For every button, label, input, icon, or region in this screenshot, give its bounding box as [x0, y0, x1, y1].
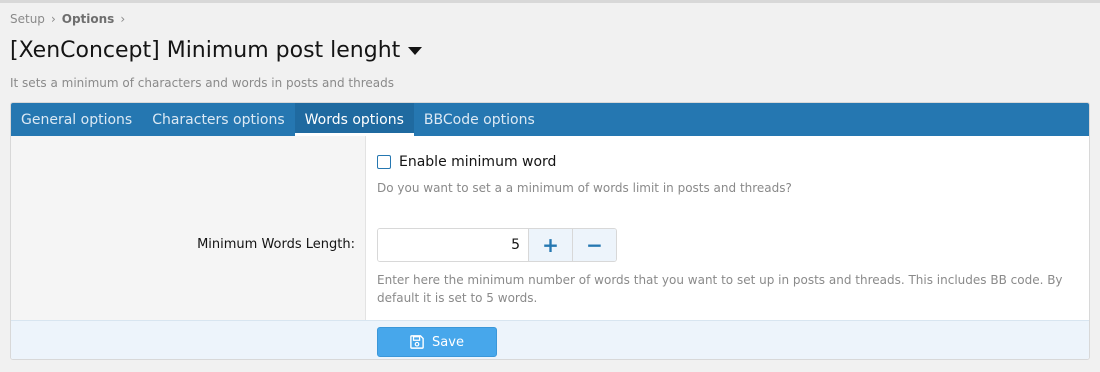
breadcrumb-setup[interactable]: Setup: [10, 12, 45, 26]
enable-minimum-word-label[interactable]: Enable minimum word: [399, 154, 556, 170]
min-words-hint: Enter here the minimum number of words t…: [377, 273, 1063, 305]
tab-content: Minimum Words Length: Enable minimum wor…: [11, 136, 1089, 320]
tab-bar: General options Characters options Words…: [11, 103, 1089, 136]
enable-minimum-word-hint: Do you want to set a a minimum of words …: [377, 181, 792, 195]
tab-general-options[interactable]: General options: [11, 103, 142, 136]
floppy-disk-icon: [410, 335, 424, 349]
min-words-input[interactable]: [378, 229, 528, 261]
save-button[interactable]: Save: [377, 327, 497, 357]
decrement-button[interactable]: −: [572, 229, 616, 261]
breadcrumb-separator: ›: [120, 12, 126, 26]
breadcrumb: Setup › Options ›: [10, 12, 131, 26]
breadcrumb-options[interactable]: Options: [62, 12, 115, 26]
save-label: Save: [432, 334, 464, 350]
increment-button[interactable]: +: [528, 229, 572, 261]
tab-bbcode-options[interactable]: BBCode options: [414, 103, 545, 136]
tab-words-options[interactable]: Words options: [294, 103, 415, 136]
form-footer: Save: [11, 320, 1089, 359]
options-panel: General options Characters options Words…: [10, 102, 1090, 360]
enable-minimum-word-checkbox[interactable]: [377, 155, 391, 169]
min-words-label: Minimum Words Length:: [197, 237, 355, 252]
page-title-container: [XenConcept] Minimum post lenght: [10, 38, 423, 63]
top-border: [0, 0, 1100, 3]
label-column: Minimum Words Length:: [11, 136, 366, 320]
tab-characters-options[interactable]: Characters options: [142, 103, 294, 136]
page-description: It sets a minimum of characters and word…: [10, 76, 394, 90]
page-title: [XenConcept] Minimum post lenght: [10, 38, 401, 63]
min-words-stepper: + −: [377, 228, 617, 262]
enable-minimum-word-option[interactable]: Enable minimum word: [377, 154, 556, 170]
caret-down-icon[interactable]: [408, 46, 423, 55]
breadcrumb-separator: ›: [50, 12, 56, 26]
